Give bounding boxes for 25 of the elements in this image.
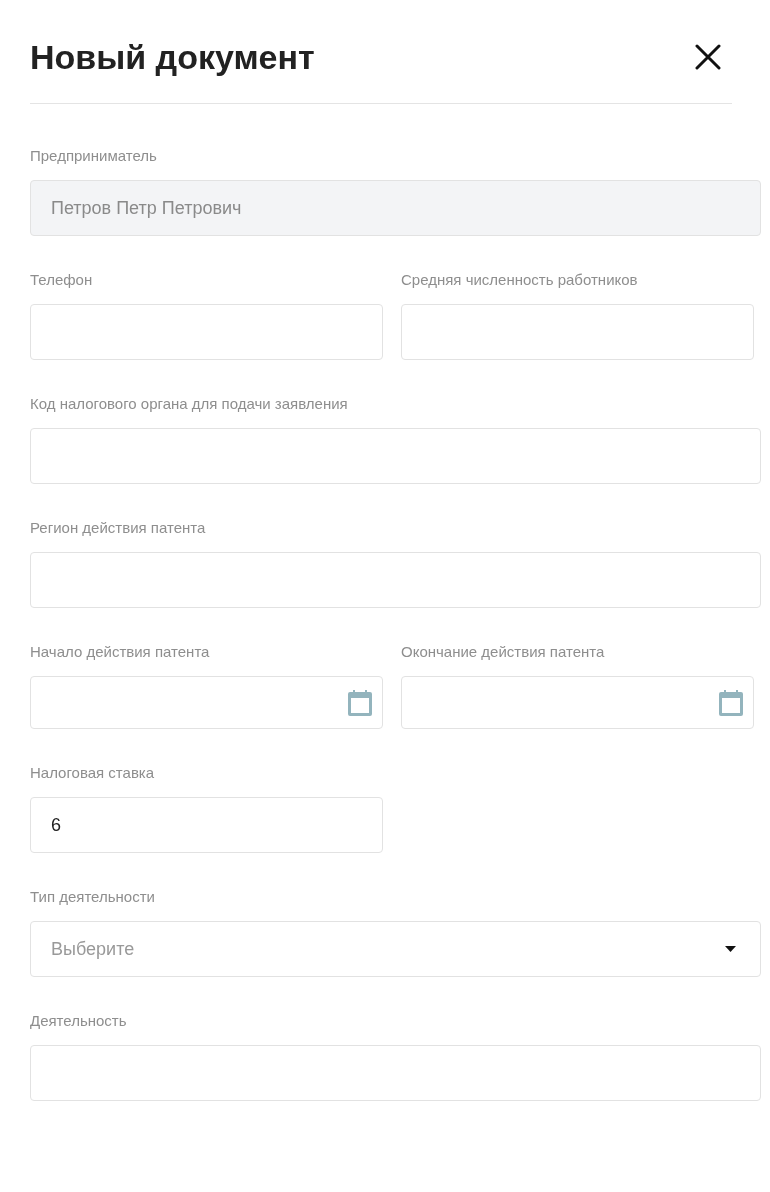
input-field[interactable]: [30, 1045, 761, 1101]
field-label: Регион действия патента: [30, 519, 207, 537]
calendar-icon: [348, 689, 372, 716]
input-field[interactable]: [30, 304, 383, 360]
caret-icon: [725, 946, 736, 952]
close-icon: [695, 44, 721, 70]
close-button[interactable]: [695, 44, 721, 70]
date-field[interactable]: [401, 676, 754, 729]
input-field[interactable]: 6: [30, 797, 383, 853]
field-label: Код налогового органа для подачи заявления: [30, 395, 349, 413]
field-label: Телефон: [30, 271, 94, 289]
calendar-icon: [719, 689, 743, 716]
field-label: Тип деятельности: [30, 888, 156, 906]
dialog-title: Новый документ: [30, 37, 315, 77]
date-field[interactable]: [30, 676, 383, 729]
input-field[interactable]: [401, 304, 754, 360]
field-label: Налоговая ставка: [30, 764, 156, 782]
input-field[interactable]: [30, 428, 761, 484]
field-label: Средняя численность работников: [401, 271, 639, 289]
field-label: Окончание действия патента: [401, 643, 606, 661]
field-label: Предприниматель: [30, 147, 158, 165]
select-field[interactable]: Выберите: [30, 921, 761, 977]
input-field[interactable]: [30, 552, 761, 608]
field-label: Начало действия патента: [30, 643, 211, 661]
field-label: Деятельность: [30, 1012, 128, 1030]
